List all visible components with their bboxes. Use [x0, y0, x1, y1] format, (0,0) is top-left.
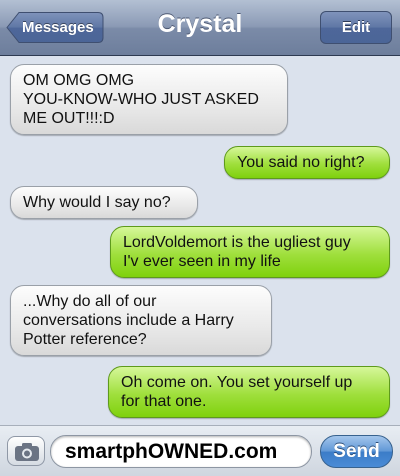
message-line: Potter reference?	[23, 331, 147, 348]
send-button[interactable]: Send	[320, 435, 393, 468]
message-bubble-sent: You said no right?	[224, 146, 390, 179]
message-bubble-received: Why would I say no?	[10, 186, 198, 219]
message-bubble-received: ...Why do all of our conversations inclu…	[10, 285, 272, 356]
camera-button[interactable]	[7, 436, 45, 466]
message-line: ME OUT!!!:D	[23, 110, 115, 127]
message-line: I'v ever seen in my life	[123, 253, 281, 270]
message-composer: smartphOWNED.com Send	[0, 425, 400, 476]
message-line: Oh come on. You set yourself up	[121, 374, 353, 391]
message-line: You said no right?	[237, 154, 365, 171]
edit-button[interactable]: Edit	[320, 11, 392, 44]
message-line: LordVoldemort is the ugliest guy	[123, 234, 351, 251]
message-bubble-sent: Oh come on. You set yourself up for that…	[108, 366, 390, 418]
message-line: OM OMG OMG	[23, 72, 135, 89]
message-line: Why would I say no?	[23, 194, 171, 211]
message-line: conversations include a Harry	[23, 312, 234, 329]
message-bubble-received: OM OMG OMG YOU-KNOW-WHO JUST ASKED ME OU…	[10, 64, 288, 135]
message-input[interactable]: smartphOWNED.com	[50, 435, 312, 468]
message-bubble-sent: LordVoldemort is the ugliest guy I'v eve…	[110, 226, 390, 278]
navigation-bar: Messages Crystal Edit	[0, 0, 400, 56]
message-line: YOU-KNOW-WHO JUST ASKED	[23, 91, 259, 108]
message-line: for that one.	[121, 393, 207, 410]
message-line: ...Why do all of our	[23, 293, 157, 310]
camera-icon	[15, 443, 39, 461]
